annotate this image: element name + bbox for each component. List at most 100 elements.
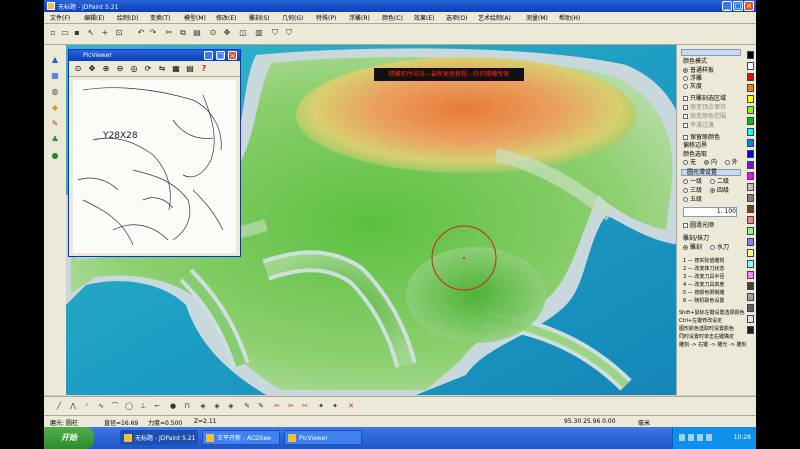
select-box-icon[interactable]: ⊡ — [114, 28, 124, 38]
shield-icon[interactable]: ⛉ — [270, 28, 280, 38]
color-swatch[interactable] — [747, 293, 754, 301]
lvl-1-radio[interactable] — [683, 179, 688, 184]
menu-options[interactable]: 选项(O) — [446, 13, 467, 22]
tray-ime-icon[interactable] — [706, 434, 712, 441]
color-swatch[interactable] — [747, 271, 754, 279]
color-swatch[interactable] — [747, 260, 754, 268]
color-swatch[interactable] — [747, 183, 754, 191]
curve-tool-icon[interactable]: ∿ — [96, 401, 106, 411]
pv-help-icon[interactable]: ? — [199, 64, 209, 74]
menu-color[interactable]: 颜色(C) — [382, 13, 403, 22]
opt-carve-radio[interactable] — [683, 245, 688, 250]
pan-icon[interactable]: ✥ — [222, 28, 232, 38]
picviewer-minimize-icon[interactable]: _ — [204, 51, 213, 60]
delete-icon[interactable]: ✕ — [346, 401, 356, 411]
pv-print-icon[interactable]: ▤ — [185, 64, 195, 74]
lvl-4-radio[interactable] — [709, 188, 715, 193]
tray-shield-icon[interactable] — [697, 434, 703, 441]
picviewer-maximize-icon[interactable]: □ — [216, 51, 225, 60]
task-acdsee[interactable]: 王平开新 - ACDSee — [202, 430, 280, 445]
spline-tool-icon[interactable]: ⌒ — [110, 401, 120, 411]
pv-move-icon[interactable]: ✥ — [87, 64, 97, 74]
color-swatch[interactable] — [747, 62, 754, 70]
brush-tool-icon[interactable]: ◆ — [50, 103, 60, 113]
smooth-tool-icon[interactable]: ● — [50, 151, 60, 161]
open-folder-icon[interactable]: ▭ — [60, 28, 70, 38]
tray-volume-icon[interactable] — [688, 434, 694, 441]
color-swatch[interactable] — [747, 150, 754, 158]
color-swatch[interactable] — [747, 205, 754, 213]
menu-draw[interactable]: 绘制(D) — [117, 13, 138, 22]
pv-rotate-icon[interactable]: ⟳ — [143, 64, 153, 74]
color-swatch[interactable] — [747, 326, 754, 334]
chk-range[interactable]: 渐变颜色范围 — [683, 113, 726, 121]
crosshair-icon[interactable]: + — [100, 28, 110, 38]
new-file-icon[interactable]: ▫ — [48, 28, 58, 38]
menu-relief[interactable]: 浮雕(R) — [349, 13, 370, 22]
chk-brush-box[interactable] — [683, 96, 688, 101]
view-icon[interactable]: ◫ — [238, 28, 248, 38]
pv-zoom-out-icon[interactable]: ⊖ — [115, 64, 125, 74]
chk-seam[interactable]: 平滑过渡 — [683, 122, 714, 130]
chk-boundary[interactable]: 偏移边界 — [683, 142, 707, 150]
menu-model[interactable]: 模型(M) — [184, 13, 206, 22]
opt-smooth[interactable]: 普通样板 — [683, 67, 714, 75]
color-swatch[interactable] — [747, 282, 754, 290]
menu-transform[interactable]: 变换(T) — [150, 13, 170, 22]
picviewer-close-icon[interactable]: × — [228, 51, 237, 60]
chk-smooth-angle[interactable]: 圆滑光顺 — [683, 222, 714, 230]
chk-merge-box[interactable] — [683, 135, 688, 140]
menu-art-draw[interactable]: 艺术绘制(A) — [478, 13, 511, 22]
relief-c-icon[interactable]: ◈ — [226, 401, 236, 411]
menu-effect[interactable]: 效果(E) — [414, 13, 434, 22]
color-swatch[interactable] — [747, 84, 754, 92]
dir-out-radio[interactable] — [724, 160, 730, 165]
save-icon[interactable]: ▪ — [72, 28, 82, 38]
close-icon[interactable]: × — [744, 1, 754, 11]
lvl-5-radio[interactable] — [683, 197, 688, 202]
pv-open-icon[interactable]: ⊙ — [73, 64, 83, 74]
color-swatch[interactable] — [747, 238, 754, 246]
shield-outline-icon[interactable]: ⛉ — [284, 28, 294, 38]
picviewer-window[interactable]: PicViewer _ □ × ⊙ ✥ ⊕ ⊖ ◎ ⟳ ⇋ ▦ ▤ ? Y28X… — [68, 49, 241, 257]
text-tool-icon[interactable]: ⊓ — [182, 401, 192, 411]
tree-tool-icon[interactable]: ♣ — [50, 135, 60, 145]
smooth-brush-icon[interactable]: ✂ — [300, 401, 310, 411]
color-swatch[interactable] — [747, 106, 754, 114]
pv-flip-icon[interactable]: ⇋ — [157, 64, 167, 74]
pv-zoom-in-icon[interactable]: ⊕ — [101, 64, 111, 74]
opt-relief[interactable]: 浮雕 — [683, 75, 702, 83]
menu-carve[interactable]: 雕刻(S) — [249, 13, 270, 22]
relief-b-icon[interactable]: ◈ — [212, 401, 222, 411]
sphere-tool-icon[interactable]: ◍ — [50, 87, 60, 97]
tool-a-icon[interactable]: ✦ — [316, 401, 326, 411]
pv-grid-icon[interactable]: ▦ — [171, 64, 181, 74]
brush-a-icon[interactable]: ✎ — [242, 401, 252, 411]
color-swatch[interactable] — [747, 227, 754, 235]
opt-smear-radio[interactable] — [709, 245, 715, 250]
chk-merge[interactable]: 保留原颜色 — [683, 134, 720, 142]
line-tool-icon[interactable]: ╱ — [54, 401, 64, 411]
chk-gradient[interactable]: 渐变顶点保持 — [683, 104, 726, 112]
brush-b-icon[interactable]: ✎ — [256, 401, 266, 411]
menu-measure[interactable]: 测量(M) — [526, 13, 548, 22]
menu-help[interactable]: 帮助(H) — [559, 13, 580, 22]
chk-range-box[interactable] — [683, 114, 688, 119]
redo-icon[interactable]: ↷ — [148, 28, 158, 38]
polyline-tool-icon[interactable]: ⋀ — [68, 401, 78, 411]
color-swatch[interactable] — [747, 73, 754, 81]
layer-icon[interactable]: ▥ — [254, 28, 264, 38]
lvl-3-radio[interactable] — [683, 188, 688, 193]
color-swatch[interactable] — [747, 172, 754, 180]
color-swatch[interactable] — [747, 51, 754, 59]
dir-none-radio[interactable] — [683, 160, 688, 165]
circle-tool-icon[interactable]: ◯ — [124, 401, 134, 411]
opt-surface-radio[interactable] — [683, 84, 688, 89]
menu-file[interactable]: 文件(F) — [50, 13, 70, 22]
menu-geometry[interactable]: 几何(G) — [282, 13, 303, 22]
pencil-tool-icon[interactable]: ✎ — [50, 119, 60, 129]
point-tool-icon[interactable]: ● — [168, 401, 178, 411]
opt-relief-radio[interactable] — [683, 76, 688, 81]
chk-brush[interactable]: 只雕刻选区域 — [683, 95, 726, 103]
rect-tool-icon[interactable]: ⊥ — [138, 401, 148, 411]
